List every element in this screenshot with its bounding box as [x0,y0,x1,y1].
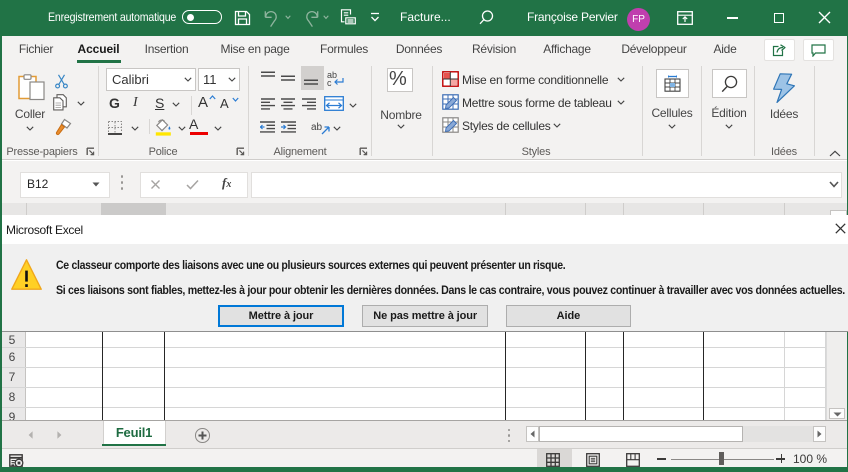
svg-text:c: c [327,78,332,88]
svg-text:ab: ab [311,122,323,133]
